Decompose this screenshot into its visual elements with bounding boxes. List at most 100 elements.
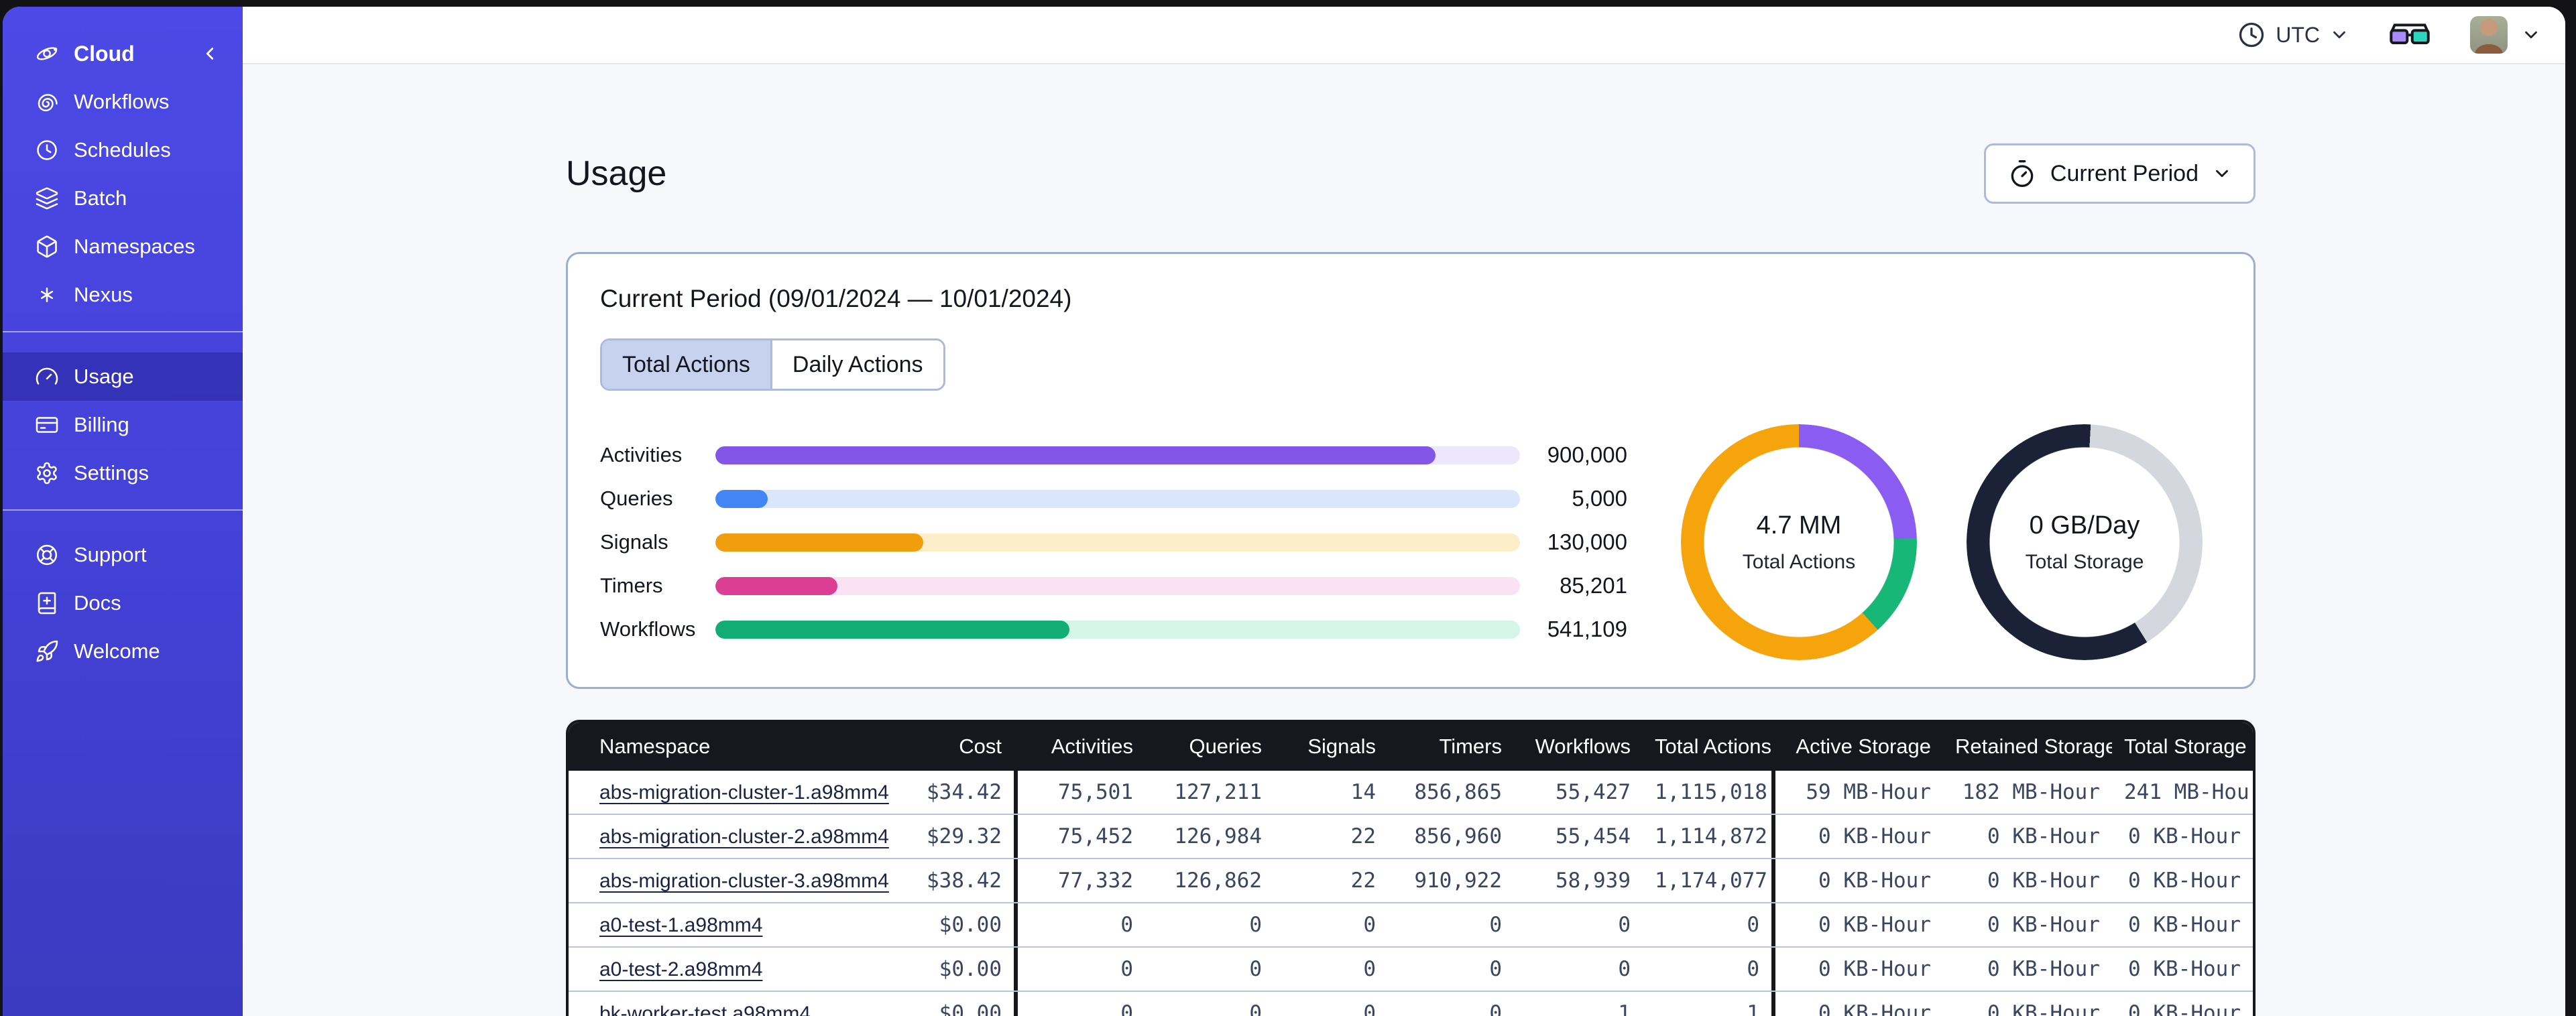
sidebar-item-nexus[interactable]: Nexus [3,271,243,319]
cell-total-storage: 241 MB-Hour [2124,780,2253,804]
bar-label: Workflows [600,617,696,641]
sidebar-divider [3,331,243,332]
bar-row-workflows: Workflows 541,109 [600,617,1627,641]
cell-retained-storage: 0 KB-Hour [1987,957,2100,981]
app-window: Cloud Workflows Schedules Batch Namespaces N… [3,7,2565,1016]
sidebar-item-settings[interactable]: Settings [3,449,243,497]
usage-bar-chart: Activities 900,000 Queries 5,000 Signals 130,… [600,442,1627,641]
sidebar-item-usage[interactable]: Usage [3,353,243,401]
cell-active-storage: 59 MB-Hour [1806,780,1931,804]
cell-queries: 0 [1249,913,1262,937]
sidebar-item-label: Schedules [74,138,171,162]
sidebar-item-schedules[interactable]: Schedules [3,126,243,174]
bar-value: 130,000 [1547,529,1627,554]
cell-timers: 0 [1489,913,1502,937]
cell-total-actions: 1 [1747,1001,1759,1016]
sidebar-brand[interactable]: Cloud [3,29,243,78]
gauge-icon [35,365,59,389]
tab-total-actions[interactable]: Total Actions [602,340,770,389]
cell-workflows: 0 [1618,957,1631,981]
cell-timers: 910,922 [1414,869,1502,893]
cell-total-storage: 0 KB-Hour [2128,913,2241,937]
sidebar-item-label: Settings [74,461,150,485]
sidebar-section: Workflows Schedules Batch Namespaces Nexus [3,78,243,319]
cell-signals: 0 [1363,957,1376,981]
column-header-retained-storage: Retained Storage [1955,735,2112,758]
donut-center: 4.7 MM Total Actions [1681,424,1917,660]
cell-activities: 0 [1120,913,1133,937]
account-menu[interactable] [2470,16,2541,54]
sidebar-item-welcome[interactable]: Welcome [3,627,243,676]
column-header-timers: Timers [1439,735,1502,758]
sidebar-item-label: Support [74,543,147,566]
sidebar-item-label: Welcome [74,639,160,663]
cell-signals: 0 [1363,913,1376,937]
sidebar-section: Usage Billing Settings [3,331,243,497]
sidebar-item-label: Batch [74,186,127,210]
namespace-cell: abs-migration-cluster-2.a98mm4 [569,824,890,848]
namespace-link[interactable]: abs-migration-cluster-2.a98mm4 [599,826,889,848]
page-content: Usage Current Period Current Period (09/… [243,64,2565,1016]
sidebar-item-namespaces[interactable]: Namespaces [3,223,243,271]
cell-cost: $0.00 [939,957,1002,981]
cell-total-storage: 0 KB-Hour [2128,1001,2241,1016]
book-plus-icon [35,591,59,615]
namespace-link[interactable]: bk-worker-test.a98mm4 [599,1003,811,1016]
cell-signals: 14 [1350,780,1376,804]
sidebar-item-workflows[interactable]: Workflows [3,78,243,126]
sidebar-item-docs[interactable]: Docs [3,579,243,627]
column-header-cost: Cost [959,735,1002,758]
cell-activities: 75,452 [1058,824,1133,848]
cell-active-storage: 0 KB-Hour [1818,913,1931,937]
namespace-link[interactable]: abs-migration-cluster-1.a98mm4 [599,781,889,804]
bar-fill [715,576,838,595]
namespace-link[interactable]: abs-migration-cluster-3.a98mm4 [599,870,889,892]
clock-icon [2237,20,2266,50]
period-selector-button[interactable]: Current Period [1983,143,2256,204]
bar-track [715,446,1520,464]
sidebar-collapse-icon[interactable] [200,44,220,64]
actions-tabs: Total Actions Daily Actions [600,338,945,391]
glasses-icon-button[interactable] [2388,19,2431,51]
cell-signals: 0 [1363,1001,1376,1016]
bar-fill [715,489,768,508]
cell-active-storage: 0 KB-Hour [1818,824,1931,848]
namespace-cell: a0-test-2.a98mm4 [569,957,890,981]
table-row: bk-worker-test.a98mm4 $0.00 0 0 0 0 1 1 0 KB-Hou… [569,991,2253,1016]
sidebar-item-batch[interactable]: Batch [3,174,243,223]
cell-total-storage: 0 KB-Hour [2128,869,2241,893]
chevron-down-icon [2212,164,2232,184]
namespace-link[interactable]: a0-test-1.a98mm4 [599,914,762,936]
bar-value: 900,000 [1547,442,1627,467]
cell-signals: 22 [1350,869,1376,893]
cell-workflows: 58,939 [1556,869,1631,893]
bar-label: Timers [600,574,663,597]
cell-total-storage: 0 KB-Hour [2128,957,2241,981]
table-row: abs-migration-cluster-3.a98mm4 $38.42 77,3… [569,858,2253,902]
cell-timers: 856,865 [1414,780,1502,804]
tab-daily-actions[interactable]: Daily Actions [770,340,943,389]
sidebar-item-support[interactable]: Support [3,531,243,579]
donut-label: Total Actions [1742,550,1856,573]
namespace-link[interactable]: a0-test-2.a98mm4 [599,958,762,980]
bar-row-activities: Activities 900,000 [600,442,1627,467]
bar-value: 541,109 [1547,617,1627,641]
rocket-icon [35,639,59,663]
life-buoy-icon [35,543,59,567]
sidebar-item-label: Usage [74,365,134,388]
page-title: Usage [566,154,667,193]
cell-total-actions: 1,114,872 [1655,824,1767,848]
donut-center: 0 GB/Day Total Storage [1967,424,2203,660]
bar-label: Queries [600,487,673,510]
bar-track [715,533,1520,552]
column-header-workflows: Workflows [1535,735,1631,758]
sidebar-item-billing[interactable]: Billing [3,401,243,449]
bar-label: Activities [600,443,683,466]
main-area: UTC Usage Current Period Current Period … [243,7,2565,1016]
timezone-selector[interactable]: UTC [2237,20,2349,50]
timezone-label: UTC [2276,22,2320,47]
cell-activities: 0 [1120,957,1133,981]
bar-row-signals: Signals 130,000 [600,529,1627,554]
asterisk-icon [35,283,59,307]
user-avatar[interactable] [2470,16,2508,54]
